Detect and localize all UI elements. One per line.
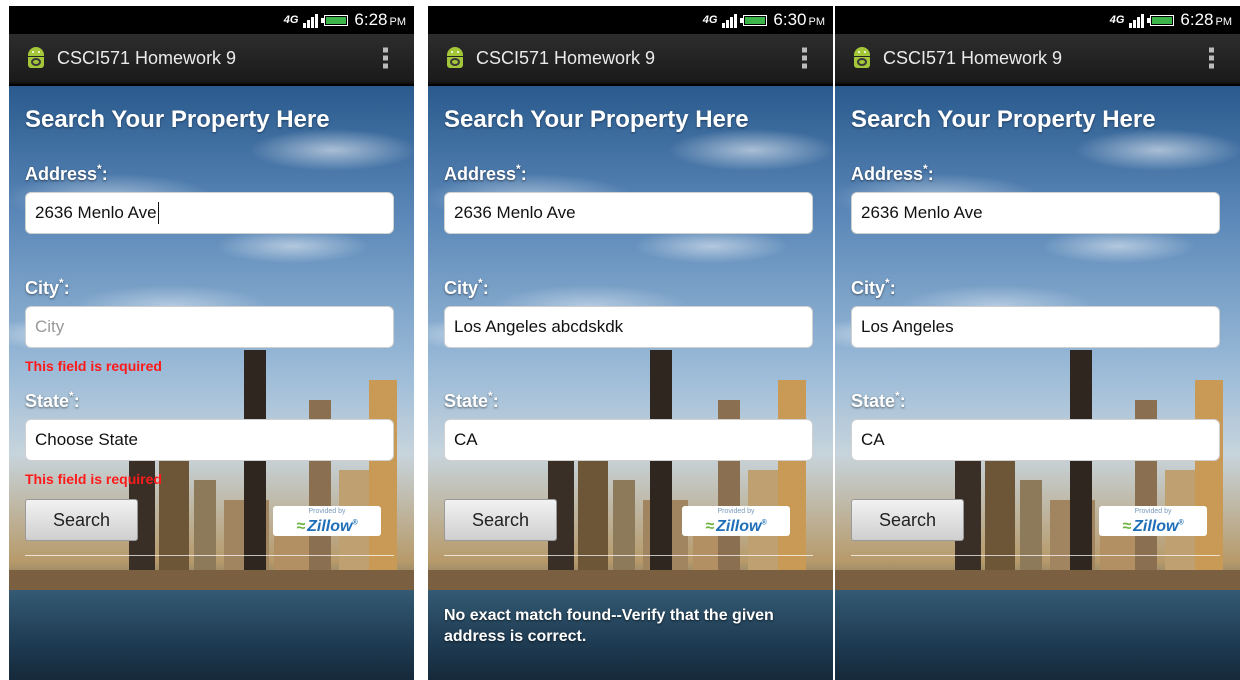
city-input[interactable]: Los Angeles abcdskdk (444, 306, 813, 348)
status-bar: 4G 6:28 PM (9, 6, 414, 34)
android-app-icon (444, 47, 466, 69)
battery-icon (1147, 14, 1175, 26)
status-bar: 4G 6:28 PM (835, 6, 1240, 34)
address-label: Address*: (25, 162, 108, 184)
no-match-message: No exact match found--Verify that the gi… (444, 607, 774, 645)
overflow-menu-icon[interactable] (802, 47, 807, 69)
city-error: This field is required (25, 358, 162, 374)
form-content: Search Your Property Here Address*: 2636… (835, 86, 1240, 680)
divider (851, 555, 1220, 556)
city-input[interactable]: City (25, 306, 394, 348)
phone-screen-2: 4G 6:30PM CSCI571 Homework 9 Search You (428, 6, 833, 680)
zillow-logo[interactable]: Provided by ≈ Zillow® (682, 506, 790, 536)
city-label: City*: (444, 276, 489, 298)
clock: 6:28 PM (1180, 10, 1232, 29)
state-select[interactable]: CA (851, 419, 1220, 461)
address-input[interactable]: 2636 Menlo Ave (25, 192, 394, 234)
city-input[interactable]: Los Angeles (851, 306, 1220, 348)
state-label: State*: (444, 389, 499, 411)
address-label: Address*: (444, 162, 527, 184)
lake-water (835, 590, 1240, 680)
form-content: Search Your Property Here Address*: 2636… (428, 86, 833, 680)
city-label: City*: (851, 276, 896, 298)
network-indicator: 4G (283, 14, 299, 26)
app-title: CSCI571 Homework 9 (57, 47, 237, 68)
network-indicator: 4G (702, 14, 718, 26)
page-heading: Search Your Property Here (25, 106, 330, 133)
overflow-menu-icon[interactable] (1209, 47, 1214, 69)
phone-screen-1: 4G 6:28PM CSCI571 Homework 9 Search You (9, 6, 414, 680)
zillow-logo[interactable]: Provided by ≈ Zillow® (273, 506, 381, 536)
clock: 6:28 PM (354, 10, 406, 29)
overflow-menu-icon[interactable] (383, 47, 388, 69)
form-content: Search Your Property Here Address*: 2636… (9, 86, 414, 680)
battery-icon (740, 14, 768, 26)
divider (444, 555, 813, 556)
text-cursor (157, 202, 159, 224)
clock: 6:30 PM (773, 10, 825, 29)
app-title: CSCI571 Homework 9 (476, 47, 656, 68)
action-bar: CSCI571 Homework 9 (9, 34, 414, 84)
state-select[interactable]: CA (444, 419, 813, 461)
search-button[interactable]: Search (25, 499, 138, 541)
signal-icon (302, 12, 319, 28)
state-error: This field is required (25, 471, 162, 487)
search-button[interactable]: Search (851, 499, 964, 541)
action-bar: CSCI571 Homework 9 (428, 34, 833, 84)
state-label: State*: (25, 389, 80, 411)
state-select[interactable]: Choose State (25, 419, 394, 461)
battery-icon (321, 14, 349, 26)
address-input[interactable]: 2636 Menlo Ave (851, 192, 1220, 234)
state-label: State*: (851, 389, 906, 411)
page-heading: Search Your Property Here (851, 106, 1156, 133)
lake-water (9, 590, 414, 680)
divider (25, 555, 394, 556)
signal-icon (1128, 12, 1145, 28)
android-app-icon (851, 47, 873, 69)
address-input[interactable]: 2636 Menlo Ave (444, 192, 813, 234)
address-label: Address*: (851, 162, 934, 184)
action-bar: CSCI571 Homework 9 (835, 34, 1240, 84)
zillow-logo[interactable]: Provided by ≈ Zillow® (1099, 506, 1207, 536)
status-bar: 4G 6:30 PM (428, 6, 833, 34)
signal-icon (721, 12, 738, 28)
page-heading: Search Your Property Here (444, 106, 749, 133)
network-indicator: 4G (1109, 14, 1125, 26)
android-app-icon (25, 47, 47, 69)
search-button[interactable]: Search (444, 499, 557, 541)
city-label: City*: (25, 276, 70, 298)
app-title: CSCI571 Homework 9 (883, 47, 1063, 68)
phone-screen-3: 4G 6:28PM CSCI571 Homework 9 Search You (835, 6, 1240, 680)
